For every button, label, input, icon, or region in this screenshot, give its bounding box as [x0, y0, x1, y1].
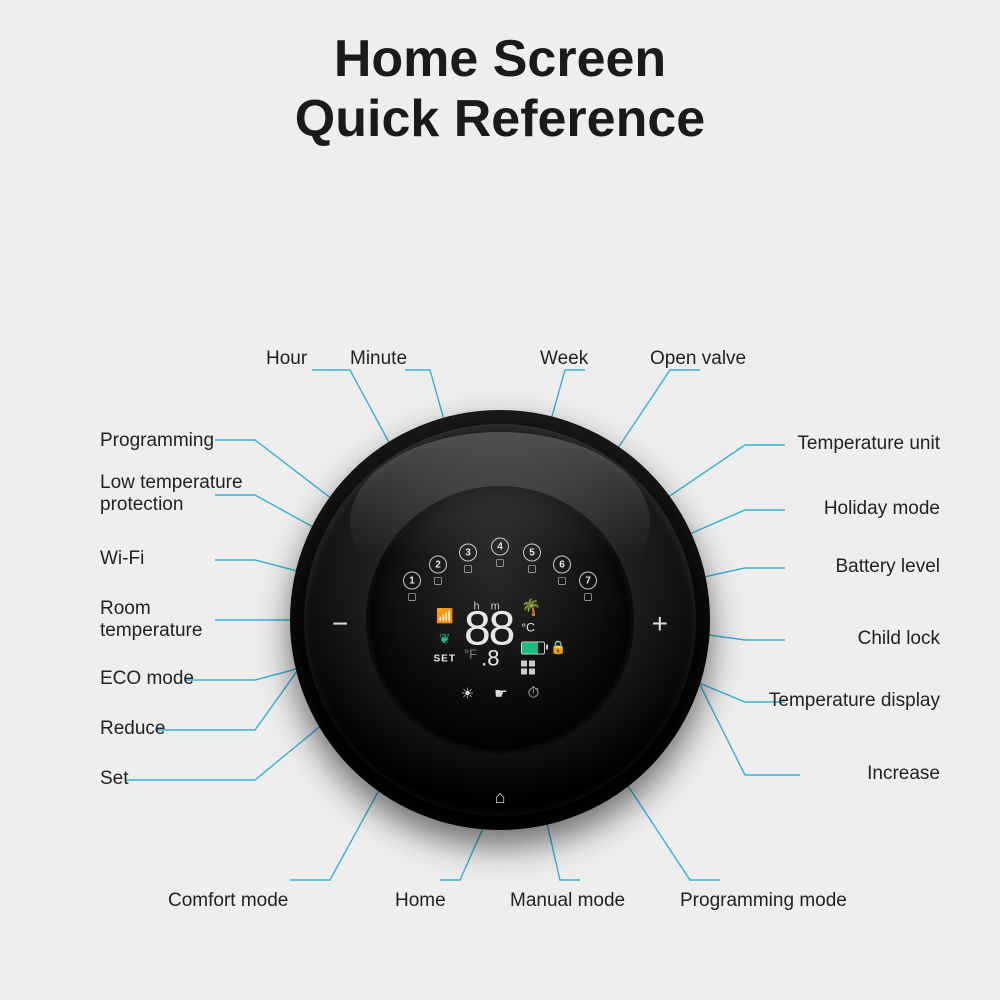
label-battery: Battery level: [835, 556, 940, 578]
label-manual: Manual mode: [510, 890, 625, 912]
label-wifi: Wi-Fi: [100, 548, 144, 570]
label-reduce: Reduce: [100, 718, 166, 740]
label-child-lock: Child lock: [858, 628, 940, 650]
label-hour: Hour: [266, 348, 307, 370]
unit-f: °F: [464, 647, 477, 660]
hm-label: h m: [464, 601, 513, 613]
thermostat-device: − + ⌂ 1▢ 2▢ 3▢ 4▢ 5▢ 6▢ 7▢ 📶 ❦ SET: [290, 410, 710, 830]
label-home: Home: [395, 890, 446, 912]
label-temp-display: Temperature display: [769, 690, 940, 712]
increase-button[interactable]: +: [652, 608, 668, 640]
home-icon: ⌂: [495, 787, 506, 807]
manual-icon: ☛: [494, 685, 507, 703]
label-eco: ECO mode: [100, 668, 194, 690]
label-prog-mode: Programming mode: [680, 890, 847, 912]
home-button[interactable]: ⌂: [495, 787, 506, 808]
label-week: Week: [540, 348, 588, 370]
label-minute: Minute: [350, 348, 407, 370]
reduce-button[interactable]: −: [332, 608, 348, 640]
temp-display-icon: [521, 661, 535, 675]
holiday-icon: 🌴: [521, 598, 541, 618]
unit-c: °C: [521, 621, 534, 635]
label-set: Set: [100, 768, 129, 790]
label-comfort: Comfort mode: [168, 890, 288, 912]
label-open-valve: Open valve: [650, 348, 746, 370]
set-indicator: SET: [433, 654, 455, 665]
label-increase: Increase: [867, 763, 940, 785]
clock-icon: ⏱: [528, 685, 540, 703]
period-arc: 1▢ 2▢ 3▢ 4▢ 5▢ 6▢ 7▢: [395, 538, 605, 596]
label-programming: Programming: [100, 430, 214, 452]
temperature-main: 88: [464, 611, 513, 649]
battery-icon: [521, 641, 545, 654]
temperature-decimal: .8: [481, 645, 499, 671]
label-holiday: Holiday mode: [824, 498, 940, 520]
lcd-screen: 1▢ 2▢ 3▢ 4▢ 5▢ 6▢ 7▢ 📶 ❦ SET h m: [370, 490, 630, 750]
eco-icon: ❦: [439, 631, 451, 648]
label-temp-unit: Temperature unit: [797, 433, 940, 455]
wifi-icon: 📶: [436, 608, 453, 625]
lock-icon: 🔒: [550, 640, 566, 656]
comfort-icon: ☀: [461, 685, 474, 703]
label-room-temp: Roomtemperature: [100, 598, 202, 642]
label-low-temp: Low temperatureprotection: [100, 472, 243, 516]
